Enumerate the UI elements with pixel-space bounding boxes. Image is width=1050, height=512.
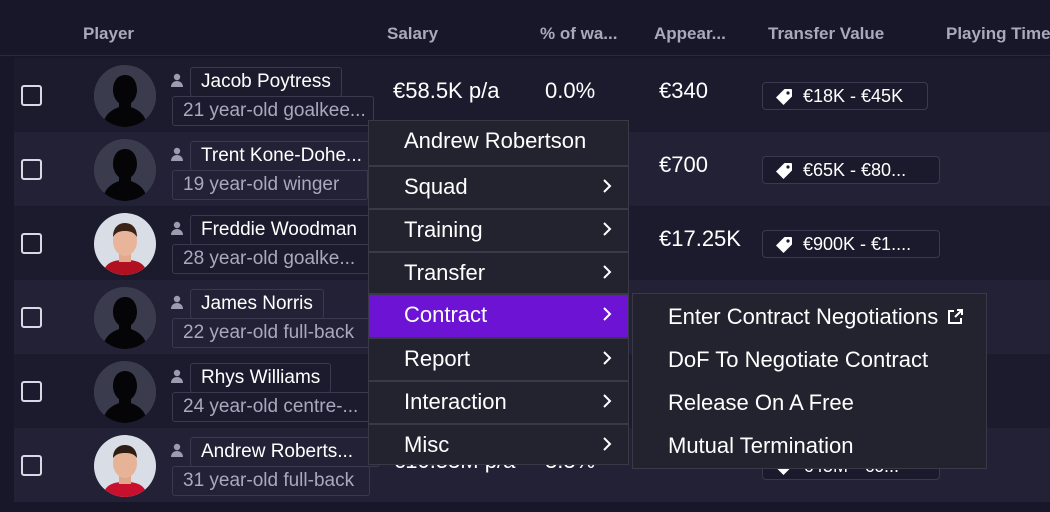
menu-item-label: Training — [404, 217, 483, 242]
transfer-value-badge: €18K - €45K — [762, 82, 928, 110]
submenu-item-enter-contract-negotiations[interactable]: Enter Contract Negotiations — [668, 304, 964, 330]
appearance-cell: €700 — [659, 152, 708, 177]
player-description: 28 year-old goalke... — [172, 244, 382, 274]
table-header: Player Salary % of wa... Appear... Trans… — [0, 0, 1050, 56]
row-checkbox[interactable] — [21, 307, 42, 328]
player-name[interactable]: Freddie Woodman — [190, 215, 380, 245]
chevron-right-icon — [603, 351, 612, 365]
person-icon — [171, 147, 183, 161]
menu-item-contract[interactable]: Contract — [369, 293, 628, 337]
column-header-salary[interactable]: Salary — [387, 24, 438, 44]
context-menu-title-text: Andrew Robertson — [404, 128, 587, 153]
avatar — [94, 65, 156, 127]
row-checkbox[interactable] — [21, 381, 42, 402]
transfer-value-text: €900K - €1.... — [803, 234, 912, 254]
row-checkbox[interactable] — [21, 85, 42, 106]
avatar — [94, 139, 156, 201]
menu-item-interaction[interactable]: Interaction — [369, 380, 628, 420]
context-menu-title: Andrew Robertson — [369, 121, 628, 161]
avatar — [94, 287, 156, 349]
person-icon — [171, 295, 183, 309]
player-name[interactable]: Rhys Williams — [190, 363, 332, 393]
contract-submenu: Enter Contract Negotiations DoF To Negot… — [632, 293, 987, 469]
player-description: 31 year-old full-back — [172, 466, 370, 496]
submenu-item-release-on-free[interactable]: Release On A Free — [668, 390, 854, 416]
chevron-right-icon — [603, 265, 612, 279]
player-name[interactable]: James Norris — [190, 289, 324, 319]
chevron-right-icon — [603, 222, 612, 236]
context-menu: Andrew Robertson Squad Training Transfer… — [368, 120, 629, 465]
column-header-player[interactable]: Player — [83, 24, 134, 44]
menu-item-squad[interactable]: Squad — [369, 165, 628, 205]
person-icon — [171, 221, 183, 235]
row-checkbox[interactable] — [21, 455, 42, 476]
player-description: 22 year-old full-back — [172, 318, 372, 348]
submenu-item-mutual-termination[interactable]: Mutual Termination — [668, 433, 853, 459]
menu-item-label: Misc — [404, 432, 450, 457]
column-header-playing-time[interactable]: Playing Time — [946, 24, 1050, 44]
column-header-wage-pct[interactable]: % of wa... — [540, 24, 617, 44]
person-icon — [171, 73, 183, 87]
transfer-value-text: €65K - €80... — [803, 160, 907, 180]
chevron-right-icon — [603, 394, 612, 408]
player-name[interactable]: Trent Kone-Dohe... — [190, 141, 382, 171]
person-icon — [171, 443, 183, 457]
row-checkbox[interactable] — [21, 159, 42, 180]
menu-item-label: Report — [404, 346, 471, 371]
chevron-right-icon — [603, 307, 612, 321]
player-description: 19 year-old winger — [172, 170, 368, 200]
menu-item-label: Contract — [404, 302, 488, 327]
player-description: 24 year-old centre-... — [172, 392, 378, 422]
external-link-icon — [948, 309, 964, 324]
chevron-right-icon — [603, 437, 612, 451]
appearance-cell: €340 — [659, 78, 708, 103]
menu-item-misc[interactable]: Misc — [369, 423, 628, 463]
person-icon — [171, 369, 183, 383]
player-name[interactable]: Jacob Poytress — [190, 67, 342, 97]
player-description: 21 year-old goalkee... — [172, 96, 374, 126]
menu-item-label: Interaction — [404, 389, 507, 414]
player-name[interactable]: Andrew Roberts... — [190, 437, 380, 467]
appearance-cell: €17.25K — [659, 226, 741, 251]
submenu-item-label: Enter Contract Negotiations — [668, 304, 939, 329]
menu-item-transfer[interactable]: Transfer — [369, 251, 628, 291]
transfer-value-text: €18K - €45K — [803, 86, 904, 106]
chevron-right-icon — [603, 179, 612, 193]
column-header-transfer-value[interactable]: Transfer Value — [768, 24, 884, 44]
submenu-item-dof-negotiate[interactable]: DoF To Negotiate Contract — [668, 347, 928, 373]
menu-item-label: Transfer — [404, 260, 486, 285]
row-checkbox[interactable] — [21, 233, 42, 254]
avatar — [94, 361, 156, 423]
transfer-value-badge: €65K - €80... — [762, 156, 940, 184]
wage-pct-cell: 0.0% — [545, 78, 596, 103]
salary-cell: €58.5K p/a — [393, 78, 500, 103]
avatar — [94, 213, 156, 275]
column-header-appearance[interactable]: Appear... — [654, 24, 726, 44]
menu-item-training[interactable]: Training — [369, 208, 628, 248]
menu-item-report[interactable]: Report — [369, 337, 628, 377]
price-tag-icon — [776, 163, 792, 179]
menu-item-label: Squad — [404, 174, 468, 199]
price-tag-icon — [776, 89, 792, 105]
transfer-value-badge: €900K - €1.... — [762, 230, 940, 258]
avatar — [94, 435, 156, 497]
price-tag-icon — [776, 237, 792, 253]
